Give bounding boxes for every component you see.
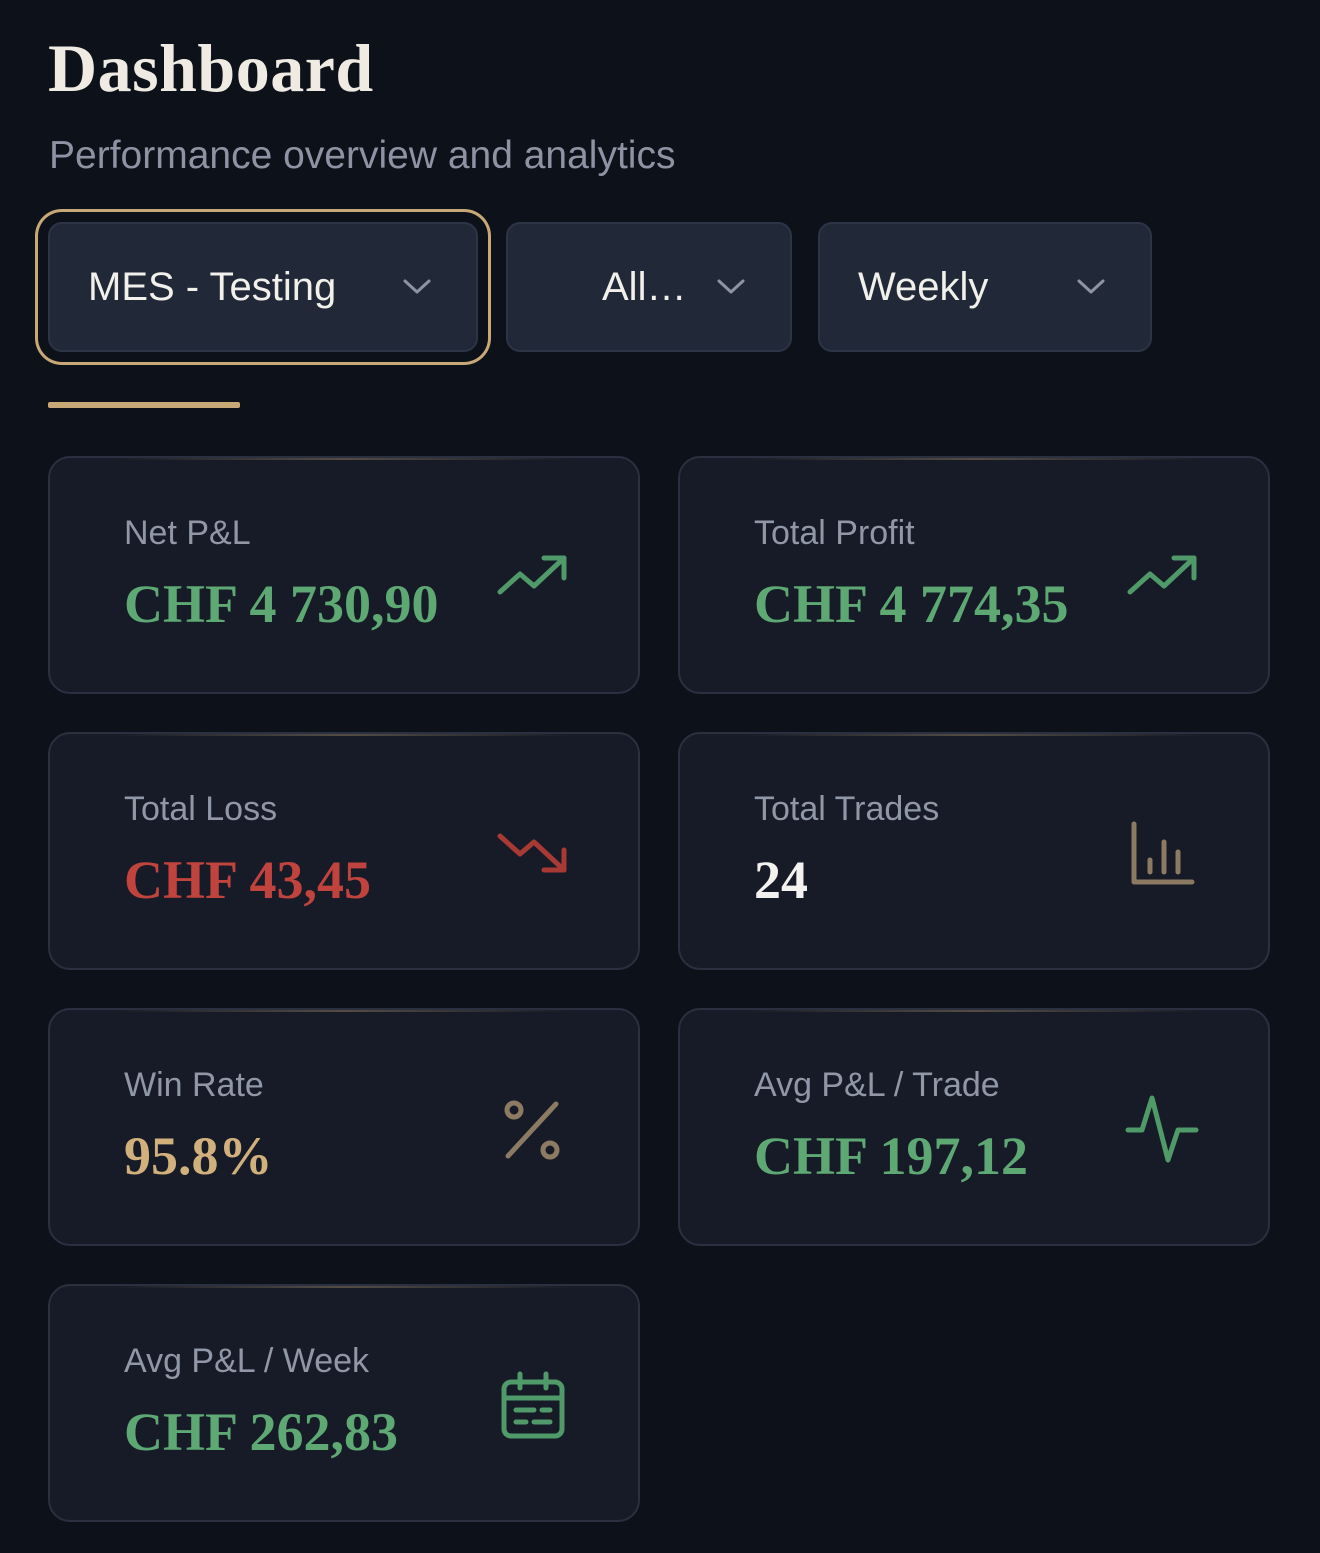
- stat-label: Win Rate: [124, 1066, 264, 1104]
- chevron-down-icon: [717, 279, 745, 294]
- stat-card-total-trades: Total Trades 24: [678, 732, 1270, 970]
- stat-value: CHF 4 730,90: [124, 574, 439, 634]
- instrument-select[interactable]: All…: [506, 222, 792, 352]
- chevron-down-icon: [403, 279, 431, 294]
- stat-label: Avg P&L / Week: [124, 1342, 370, 1380]
- stat-card-win-rate: Win Rate 95.8%: [48, 1008, 640, 1246]
- stat-value: CHF 4 774,35: [754, 574, 1069, 634]
- stat-card-total-profit: Total Profit CHF 4 774,35: [678, 456, 1270, 694]
- page-subtitle: Performance overview and analytics: [49, 134, 676, 177]
- trending-up-icon: [490, 536, 574, 620]
- activity-icon: [1120, 1088, 1204, 1172]
- trending-down-icon: [490, 812, 574, 896]
- period-select-value: Weekly: [858, 264, 989, 309]
- stat-label: Net P&L: [124, 514, 251, 552]
- calendar-icon: [490, 1364, 574, 1448]
- stat-card-net-pnl: Net P&L CHF 4 730,90: [48, 456, 640, 694]
- stat-label: Avg P&L / Trade: [754, 1066, 1000, 1104]
- stat-card-avg-pnl-week: Avg P&L / Week CHF 262,83: [48, 1284, 640, 1522]
- stat-value: CHF 43,45: [124, 850, 371, 910]
- stat-value: 24: [754, 850, 808, 910]
- period-select[interactable]: Weekly: [818, 222, 1152, 352]
- page-title: Dashboard: [48, 30, 374, 106]
- tab-indicator: [48, 402, 240, 408]
- chevron-down-icon: [1077, 279, 1105, 294]
- stat-label: Total Trades: [754, 790, 940, 828]
- bar-chart-icon: [1120, 812, 1204, 896]
- account-select[interactable]: MES - Testing: [48, 222, 478, 352]
- stat-value: CHF 197,12: [754, 1126, 1028, 1186]
- stat-card-avg-pnl-trade: Avg P&L / Trade CHF 197,12: [678, 1008, 1270, 1246]
- stat-value: CHF 262,83: [124, 1402, 398, 1462]
- stat-value: 95.8%: [124, 1126, 273, 1186]
- stat-label: Total Loss: [124, 790, 278, 828]
- percent-icon: [490, 1088, 574, 1172]
- trending-up-icon: [1120, 536, 1204, 620]
- stat-card-total-loss: Total Loss CHF 43,45: [48, 732, 640, 970]
- account-select-value: MES - Testing: [88, 264, 337, 309]
- stat-label: Total Profit: [754, 514, 915, 552]
- instrument-select-value: All…: [602, 264, 687, 309]
